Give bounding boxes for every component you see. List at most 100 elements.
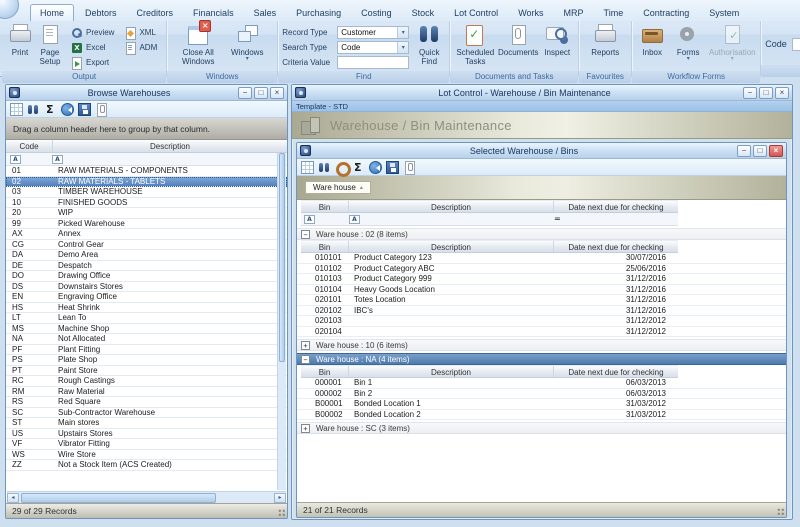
table-row[interactable]: PTPaint Store bbox=[6, 366, 287, 377]
tab-debtors[interactable]: Debtors bbox=[76, 5, 126, 21]
column-header-date[interactable]: Date next due for checking bbox=[554, 201, 678, 212]
tab-contracting[interactable]: Contracting bbox=[634, 5, 698, 21]
scheduled-tasks-button[interactable]: Scheduled Tasks bbox=[454, 23, 496, 71]
save-icon[interactable] bbox=[386, 161, 399, 174]
scroll-left-icon[interactable]: ◂ bbox=[7, 493, 19, 503]
authorisation-button[interactable]: Authorisation ▾ bbox=[708, 23, 756, 71]
close-button[interactable]: × bbox=[270, 87, 284, 99]
table-row[interactable]: CGControl Gear bbox=[6, 240, 287, 251]
group-row[interactable]: +Ware house : SC (3 items) bbox=[297, 422, 786, 434]
forms-button[interactable]: Forms ▾ bbox=[672, 23, 704, 71]
grid-export-icon[interactable] bbox=[10, 103, 23, 116]
filter-button-description[interactable]: A bbox=[52, 155, 63, 164]
table-row[interactable]: B00001Bonded Location 131/03/2012 bbox=[297, 399, 786, 410]
application-menu-orb[interactable] bbox=[0, 0, 19, 19]
maximize-button[interactable]: □ bbox=[254, 87, 268, 99]
inbox-button[interactable]: Inbox bbox=[636, 23, 668, 71]
tab-lot-control[interactable]: Lot Control bbox=[445, 5, 507, 21]
tab-home[interactable]: Home bbox=[30, 4, 74, 21]
table-row[interactable]: DODrawing Office bbox=[6, 271, 287, 282]
sigma-icon[interactable] bbox=[44, 103, 57, 116]
table-row[interactable]: DSDownstairs Stores bbox=[6, 282, 287, 293]
attachment-icon[interactable] bbox=[403, 161, 416, 174]
binoculars-icon[interactable] bbox=[318, 161, 331, 174]
column-header-bin[interactable]: Bin bbox=[301, 201, 349, 212]
table-row[interactable]: ENEngraving Office bbox=[6, 292, 287, 303]
table-row[interactable]: STMain stores bbox=[6, 418, 287, 429]
minimize-button[interactable]: − bbox=[743, 87, 757, 99]
scrollbar-thumb[interactable] bbox=[21, 493, 216, 503]
minimize-button[interactable]: − bbox=[737, 145, 751, 157]
filter-button-description[interactable]: A bbox=[349, 215, 360, 224]
save-icon[interactable] bbox=[78, 103, 91, 116]
table-row[interactable]: WSWire Store bbox=[6, 450, 287, 461]
table-row[interactable]: 000001Bin 106/03/2013 bbox=[297, 378, 786, 389]
close-all-windows-button[interactable]: Close All Windows bbox=[177, 23, 219, 71]
table-row[interactable]: 10FINISHED GOODS bbox=[6, 198, 287, 209]
tab-time[interactable]: Time bbox=[595, 5, 633, 21]
column-header-description[interactable]: Description bbox=[349, 241, 554, 252]
lot-control-titlebar[interactable]: Lot Control - Warehouse / Bin Maintenanc… bbox=[292, 85, 792, 101]
quick-find-button[interactable]: Quick Find bbox=[413, 23, 445, 71]
column-header-date[interactable]: Date next due for checking bbox=[554, 366, 678, 377]
print-button[interactable]: Print bbox=[6, 23, 34, 71]
page-setup-button[interactable]: Page Setup bbox=[34, 23, 66, 71]
excel-button[interactable]: Excel bbox=[68, 41, 117, 54]
record-type-select[interactable]: Customer ▾ bbox=[337, 26, 409, 39]
inspect-button[interactable]: Inspect bbox=[540, 23, 574, 71]
column-header-description[interactable]: Description bbox=[349, 201, 554, 212]
table-row[interactable]: SCSub-Contractor Warehouse bbox=[6, 408, 287, 419]
group-row[interactable]: −Ware house : 02 (8 items) bbox=[297, 228, 786, 240]
vertical-scrollbar[interactable] bbox=[277, 153, 286, 490]
table-row[interactable]: USUpstairs Stores bbox=[6, 429, 287, 440]
browse-titlebar[interactable]: Browse Warehouses − □ × bbox=[6, 85, 287, 101]
criteria-value-input[interactable] bbox=[337, 56, 409, 69]
close-button[interactable]: × bbox=[775, 87, 789, 99]
table-row[interactable]: 020101Totes Location31/12/2016 bbox=[297, 295, 786, 306]
column-header-description[interactable]: Description bbox=[349, 366, 554, 377]
table-row[interactable]: 02010431/12/2012 bbox=[297, 327, 786, 338]
table-row[interactable]: 02RAW MATERIALS - TABLETS bbox=[6, 177, 287, 188]
tab-financials[interactable]: Financials bbox=[184, 5, 243, 21]
group-row[interactable]: −Ware house : NA (4 items) bbox=[297, 353, 786, 365]
maximize-button[interactable]: □ bbox=[759, 87, 773, 99]
table-row[interactable]: 010102Product Category ABC25/06/2016 bbox=[297, 264, 786, 275]
table-row[interactable]: ZZNot a Stock Item (ACS Created) bbox=[6, 460, 287, 471]
reports-button[interactable]: Reports bbox=[587, 23, 623, 71]
table-row[interactable]: LTLean To bbox=[6, 313, 287, 324]
maximize-button[interactable]: □ bbox=[753, 145, 767, 157]
resize-grip[interactable] bbox=[776, 507, 785, 516]
binoculars-icon[interactable] bbox=[27, 103, 40, 116]
tab-costing[interactable]: Costing bbox=[352, 5, 401, 21]
attachment-icon[interactable] bbox=[95, 103, 108, 116]
table-row[interactable]: HSHeat Shrink bbox=[6, 303, 287, 314]
preview-button[interactable]: Preview bbox=[68, 26, 117, 39]
column-header-code[interactable]: Code bbox=[6, 140, 53, 152]
table-row[interactable]: 20WIP bbox=[6, 208, 287, 219]
donut-icon[interactable] bbox=[335, 161, 348, 174]
search-type-select[interactable]: Code ▾ bbox=[337, 41, 409, 54]
scrollbar-thumb[interactable] bbox=[279, 153, 285, 362]
table-row[interactable]: DEDespatch bbox=[6, 261, 287, 272]
tab-creditors[interactable]: Creditors bbox=[128, 5, 183, 21]
table-row[interactable]: B00002Bonded Location 231/03/2012 bbox=[297, 410, 786, 421]
expand-icon[interactable]: + bbox=[301, 424, 310, 433]
tab-works[interactable]: Works bbox=[509, 5, 552, 21]
tab-purchasing[interactable]: Purchasing bbox=[287, 5, 350, 21]
code-input[interactable] bbox=[792, 38, 800, 51]
export-button[interactable]: Export bbox=[68, 56, 117, 69]
table-row[interactable]: RCRough Castings bbox=[6, 376, 287, 387]
adm-button[interactable]: ADM bbox=[121, 41, 160, 54]
table-row[interactable]: 02010331/12/2012 bbox=[297, 316, 786, 327]
tab-sales[interactable]: Sales bbox=[245, 5, 286, 21]
scroll-right-icon[interactable]: ▸ bbox=[274, 493, 286, 503]
column-header-description[interactable]: Description bbox=[53, 140, 287, 152]
table-row[interactable]: 020102IBC's31/12/2016 bbox=[297, 306, 786, 317]
table-row[interactable]: 010101Product Category 12330/07/2016 bbox=[297, 253, 786, 264]
group-by-chip-warehouse[interactable]: Ware house ▴ bbox=[305, 181, 371, 194]
close-button[interactable]: × bbox=[769, 145, 783, 157]
back-icon[interactable] bbox=[369, 161, 382, 174]
back-icon[interactable] bbox=[61, 103, 74, 116]
windows-button[interactable]: Windows ▾ bbox=[227, 23, 267, 71]
expand-icon[interactable]: + bbox=[301, 341, 310, 350]
